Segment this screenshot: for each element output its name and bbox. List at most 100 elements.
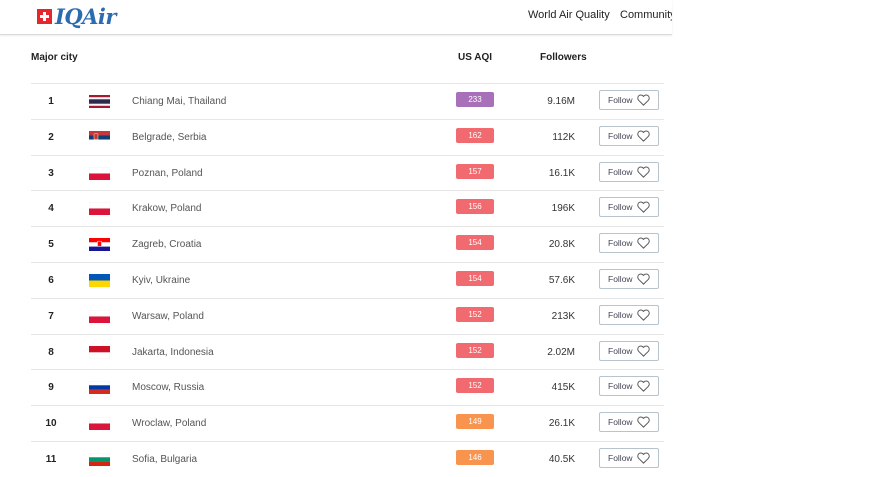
table-row: 2 Belgrade, Serbia 162 112K Follow xyxy=(31,118,664,155)
heart-icon xyxy=(636,345,650,357)
followers-count: 40.5K xyxy=(548,453,575,465)
country-flag-icon xyxy=(89,381,110,395)
country-flag-icon xyxy=(89,95,110,108)
followers-count: 26.1K xyxy=(548,418,575,430)
table-row: 6 Kyiv, Ukraine 154 57.6K Follow xyxy=(31,261,664,298)
brand-name: IQAir xyxy=(55,3,116,29)
rank-number: 3 xyxy=(48,167,54,179)
country-flag-icon xyxy=(89,202,110,216)
nav-world-air-quality[interactable]: World Air Quality xyxy=(528,9,610,21)
follow-button-label: Follow xyxy=(608,166,633,177)
follow-button[interactable]: Follow xyxy=(599,340,659,361)
follow-button-label: Follow xyxy=(608,238,633,249)
country-flag-icon xyxy=(89,166,110,180)
aqi-badge: 146 xyxy=(456,449,494,465)
table-row: 10 Wroclaw, Poland 149 26.1K Follow xyxy=(31,405,664,441)
aqi-badge: 152 xyxy=(456,378,494,394)
header-us-aqi[interactable]: US AQI xyxy=(458,52,492,63)
follow-button-label: Follow xyxy=(608,309,633,320)
heart-icon xyxy=(636,166,650,178)
rank-number: 7 xyxy=(48,310,54,322)
table-row: 11 Sofia, Bulgaria 146 40.5K Follow xyxy=(31,440,664,477)
city-name-link[interactable]: Sofia, Bulgaria xyxy=(132,454,197,465)
country-flag-icon xyxy=(89,345,110,359)
heart-icon xyxy=(636,94,650,106)
follow-button[interactable]: Follow xyxy=(599,161,659,182)
follow-button-label: Follow xyxy=(608,381,633,392)
followers-count: 213K xyxy=(551,310,575,322)
follow-button[interactable]: Follow xyxy=(599,376,659,397)
aqi-badge: 152 xyxy=(456,342,494,358)
city-name-link[interactable]: Chiang Mai, Thailand xyxy=(132,96,226,107)
city-name-link[interactable]: Moscow, Russia xyxy=(132,382,204,393)
city-name-link[interactable]: Zagreb, Croatia xyxy=(132,239,201,250)
header-followers[interactable]: Followers xyxy=(540,52,587,63)
header-major-city: Major city xyxy=(31,52,78,63)
follow-button-label: Follow xyxy=(608,345,633,356)
follow-button-label: Follow xyxy=(608,202,633,213)
rank-number: 2 xyxy=(48,131,54,143)
follow-button[interactable]: Follow xyxy=(599,197,659,218)
follow-button[interactable]: Follow xyxy=(599,304,659,325)
city-name-link[interactable]: Belgrade, Serbia xyxy=(132,132,207,143)
aqi-badge: 162 xyxy=(456,127,494,143)
page: IQAir World Air Quality Community Major … xyxy=(0,0,672,468)
followers-count: 9.16M xyxy=(547,96,575,107)
aqi-badge: 149 xyxy=(456,414,494,430)
country-flag-icon xyxy=(89,309,110,323)
followers-count: 16.1K xyxy=(548,167,575,179)
table-row: 8 Jakarta, Indonesia 152 2.02M Follow xyxy=(31,333,664,370)
country-flag-icon xyxy=(89,238,110,252)
rank-number: 11 xyxy=(45,453,57,465)
heart-icon xyxy=(636,416,650,429)
iqair-logo[interactable]: IQAir xyxy=(37,3,116,29)
aqi-badge: 157 xyxy=(456,163,494,179)
follow-button[interactable]: Follow xyxy=(599,412,659,433)
rank-number: 1 xyxy=(48,96,54,107)
followers-count: 112K xyxy=(552,131,575,143)
followers-count: 20.8K xyxy=(548,239,575,251)
follow-button-label: Follow xyxy=(608,452,633,463)
city-name-link[interactable]: Warsaw, Poland xyxy=(132,311,204,322)
follow-button[interactable]: Follow xyxy=(599,268,659,289)
swiss-flag-icon xyxy=(37,8,52,24)
nav-community[interactable]: Community xyxy=(620,9,672,21)
table-row: 9 Moscow, Russia 152 415K Follow xyxy=(31,369,664,405)
table-row: 4 Krakow, Poland 156 196K Follow xyxy=(31,190,664,226)
aqi-badge: 154 xyxy=(456,270,494,286)
city-name-link[interactable]: Kyiv, Ukraine xyxy=(132,275,190,286)
table-row: 5 Zagreb, Croatia 154 20.8K Follow xyxy=(31,226,664,262)
follow-button[interactable]: Follow xyxy=(599,90,659,110)
heart-icon xyxy=(636,452,650,464)
rank-number: 6 xyxy=(48,274,54,286)
heart-icon xyxy=(636,130,650,142)
city-name-link[interactable]: Jakarta, Indonesia xyxy=(132,347,214,358)
city-name-link[interactable]: Poznan, Poland xyxy=(132,168,203,179)
city-name-link[interactable]: Krakow, Poland xyxy=(132,203,202,214)
country-flag-icon xyxy=(89,273,110,287)
rank-number: 4 xyxy=(48,203,54,215)
follow-button[interactable]: Follow xyxy=(599,447,659,468)
table-row: 7 Warsaw, Poland 152 213K Follow xyxy=(31,297,664,334)
aqi-badge: 152 xyxy=(456,306,494,322)
table-row: 1 Chiang Mai, Thailand 233 9.16M Follow xyxy=(31,83,664,119)
aqi-badge: 156 xyxy=(456,199,494,215)
heart-icon xyxy=(636,201,650,214)
site-header: IQAir World Air Quality Community xyxy=(0,0,672,35)
follow-button[interactable]: Follow xyxy=(599,125,659,146)
follow-button[interactable]: Follow xyxy=(599,233,659,254)
followers-count: 2.02M xyxy=(547,346,575,358)
heart-icon xyxy=(636,273,650,285)
follow-button-label: Follow xyxy=(608,130,633,141)
follow-button-label: Follow xyxy=(608,273,633,284)
aqi-badge: 154 xyxy=(456,235,494,251)
followers-count: 415K xyxy=(551,382,575,394)
rank-number: 5 xyxy=(48,239,54,251)
city-name-link[interactable]: Wroclaw, Poland xyxy=(132,418,206,429)
ranking-table: 1 Chiang Mai, Thailand 233 9.16M Follow … xyxy=(31,83,664,477)
follow-button-label: Follow xyxy=(608,95,633,105)
aqi-badge: 233 xyxy=(456,92,494,107)
country-flag-icon xyxy=(89,452,110,466)
country-flag-icon xyxy=(89,417,110,431)
table-row: 3 Poznan, Poland 157 16.1K Follow xyxy=(31,154,664,191)
